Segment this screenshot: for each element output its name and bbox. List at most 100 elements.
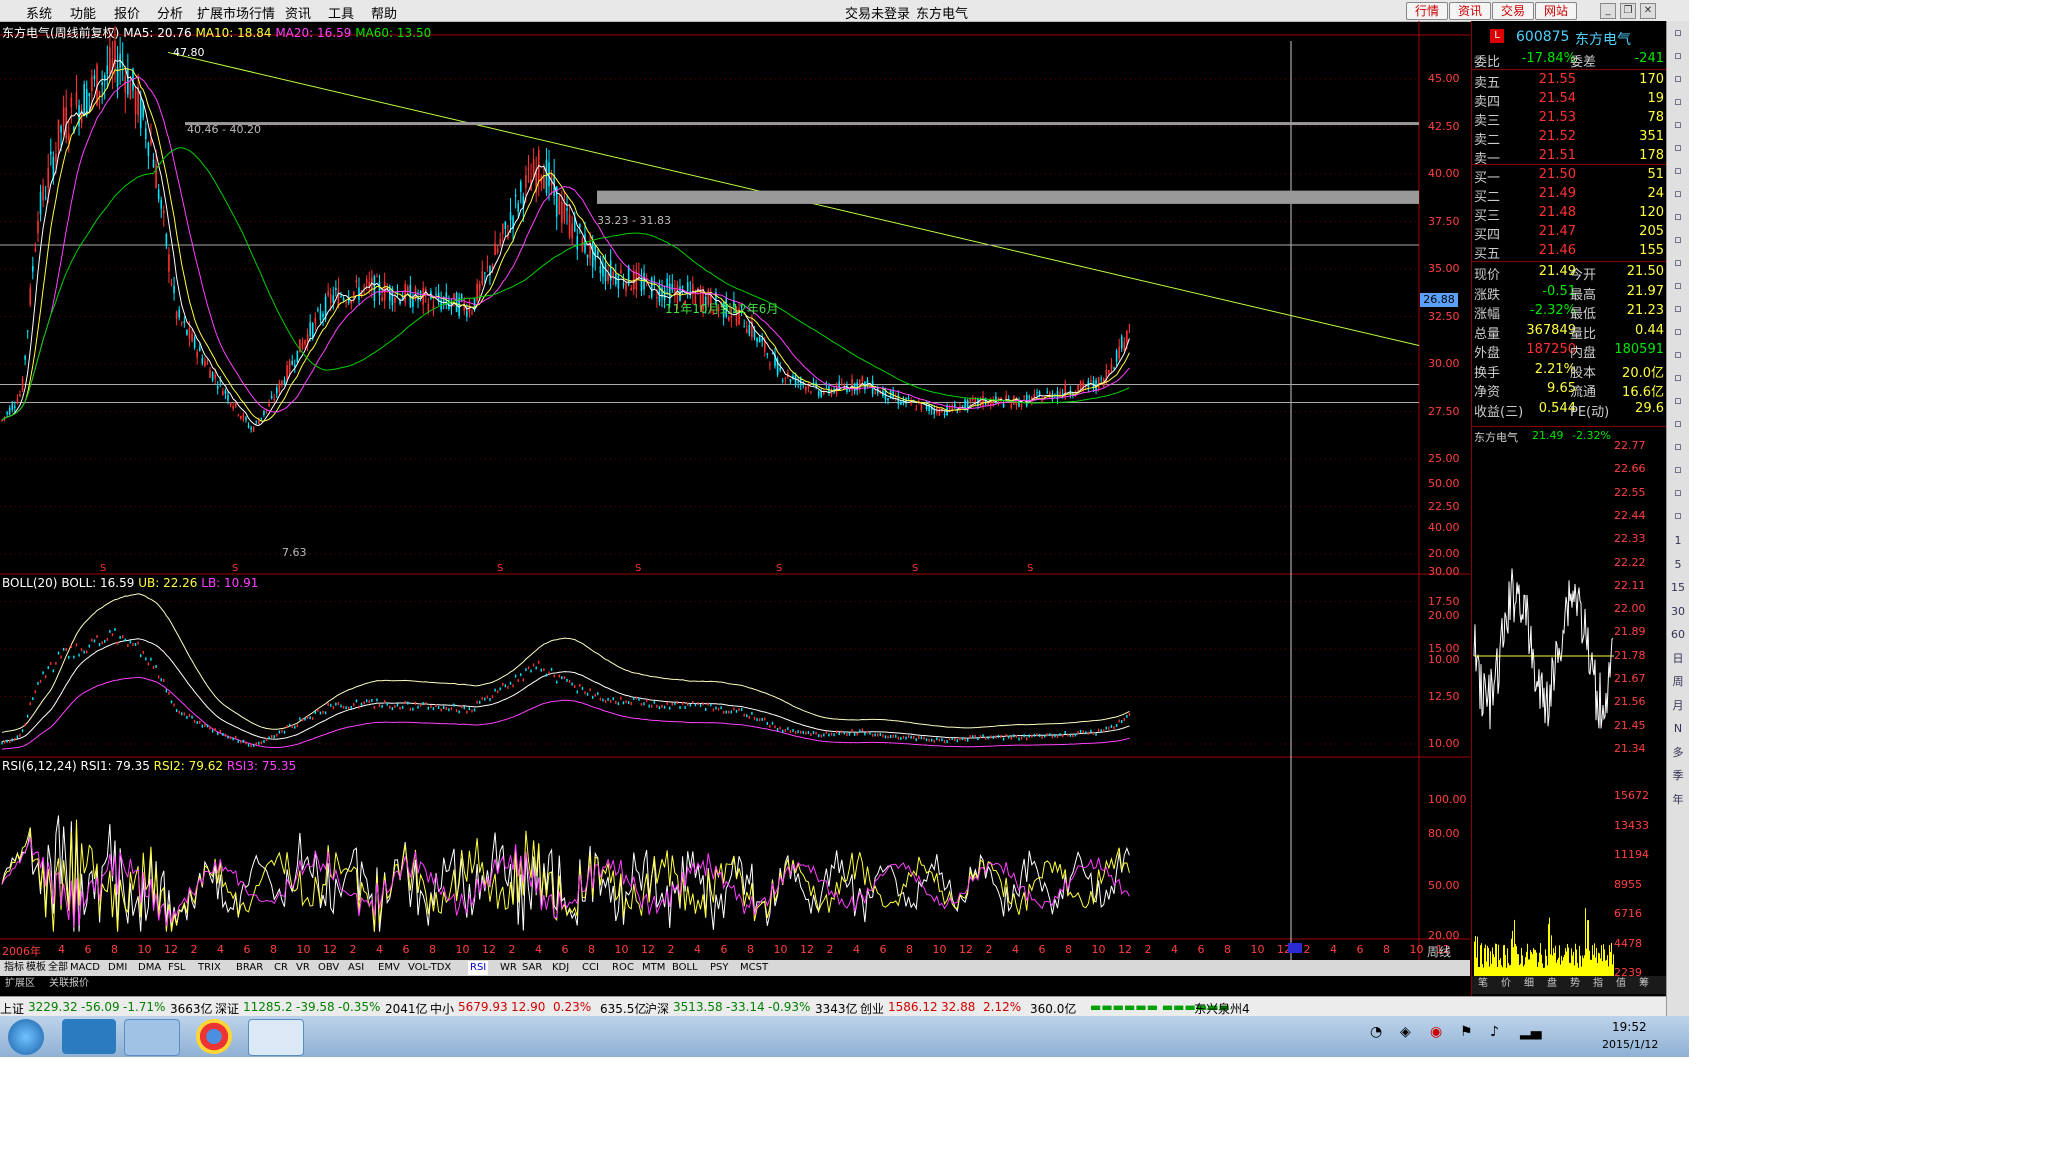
period-button[interactable]: 周: [1670, 674, 1686, 690]
period-button[interactable]: 30: [1670, 604, 1686, 620]
ask-row[interactable]: 卖三 21.53 78: [1472, 109, 1666, 129]
mini-tab[interactable]: 筹: [1637, 977, 1651, 991]
pen-icon[interactable]: ▫: [1670, 462, 1686, 478]
period-button[interactable]: 1: [1670, 533, 1686, 549]
doc-icon[interactable]: ▫: [1670, 255, 1686, 271]
indicator-tab-cr[interactable]: CR: [272, 961, 290, 975]
fs-icon[interactable]: ▫: [1670, 485, 1686, 501]
nav-down-icon[interactable]: ▫: [1670, 71, 1686, 87]
indicator-tab-macd[interactable]: MACD: [68, 961, 102, 975]
ticker-name[interactable]: 上证: [0, 1000, 24, 1017]
period-button[interactable]: 季: [1670, 768, 1686, 784]
indicator-tab-roc[interactable]: ROC: [610, 961, 636, 975]
period-button[interactable]: 15: [1670, 580, 1686, 596]
mini-tab[interactable]: 指: [1591, 977, 1605, 991]
mini-tab[interactable]: 细: [1522, 977, 1536, 991]
minimize-icon[interactable]: _: [1600, 3, 1616, 19]
ask-row[interactable]: 卖五 21.55 170: [1472, 71, 1666, 91]
nav-up-icon[interactable]: ▫: [1670, 25, 1686, 41]
bid-row[interactable]: 买二 21.49 24: [1472, 185, 1666, 205]
scroll-marker[interactable]: [1288, 943, 1302, 953]
indicator-tab-指标[interactable]: 指标: [2, 961, 26, 975]
nav-home-icon[interactable]: ▫: [1670, 48, 1686, 64]
bid-row[interactable]: 买四 21.47 205: [1472, 223, 1666, 243]
warn-icon[interactable]: ▫: [1670, 416, 1686, 432]
mini-tab[interactable]: 盘: [1545, 977, 1559, 991]
ask-row[interactable]: 卖四 21.54 19: [1472, 90, 1666, 110]
indicator-tab-sar[interactable]: SAR: [520, 961, 544, 975]
login-status[interactable]: 交易未登录: [845, 3, 910, 22]
top-button-website[interactable]: 网站: [1535, 2, 1577, 20]
tab-extension-area[interactable]: 扩展区: [3, 977, 37, 991]
fz-icon[interactable]: ▫: [1670, 301, 1686, 317]
indicator-tab-fsl[interactable]: FSL: [166, 961, 188, 975]
period-button[interactable]: 60: [1670, 627, 1686, 643]
top-button-market[interactable]: 行情: [1406, 2, 1448, 20]
indicator-tab-trix[interactable]: TRIX: [196, 961, 223, 975]
chart2-icon[interactable]: ▫: [1670, 370, 1686, 386]
period-button[interactable]: 月: [1670, 698, 1686, 714]
candle-icon[interactable]: ▫: [1670, 163, 1686, 179]
period-button[interactable]: 日: [1670, 651, 1686, 667]
menu-function[interactable]: 功能: [70, 3, 96, 22]
calc-icon[interactable]: ▫: [1670, 508, 1686, 524]
bars-icon[interactable]: ▫: [1670, 117, 1686, 133]
indicator-tab-kdj[interactable]: KDJ: [550, 961, 571, 975]
menu-analysis[interactable]: 分析: [157, 3, 183, 22]
taskbar-app-network-icon[interactable]: [62, 1019, 116, 1054]
tab-related-quotes[interactable]: 关联报价: [47, 977, 91, 991]
indicator-tab-brar[interactable]: BRAR: [234, 961, 265, 975]
news-icon[interactable]: ▫: [1670, 278, 1686, 294]
period-button[interactable]: 5: [1670, 557, 1686, 573]
indicator-tab-asi[interactable]: ASI: [346, 961, 366, 975]
menu-tools[interactable]: 工具: [328, 3, 354, 22]
indicator-tab-cci[interactable]: CCI: [580, 961, 601, 975]
list-icon[interactable]: ▫: [1670, 186, 1686, 202]
indicator-tab-wr[interactable]: WR: [498, 961, 519, 975]
indicator-tab-dma[interactable]: DMA: [136, 961, 163, 975]
indicator-tab-模板[interactable]: 模板: [24, 961, 48, 975]
mini-tab[interactable]: 势: [1568, 977, 1582, 991]
grid-icon[interactable]: ▫: [1670, 94, 1686, 110]
mini-tab[interactable]: 笔: [1476, 977, 1490, 991]
top-button-news[interactable]: 资讯: [1449, 2, 1491, 20]
period-button[interactable]: 年: [1670, 792, 1686, 808]
circle-icon[interactable]: ▫: [1670, 347, 1686, 363]
grid2-icon[interactable]: ▫: [1670, 324, 1686, 340]
ticker-name[interactable]: 沪深: [645, 1000, 669, 1017]
taskbar-app-chrome-icon[interactable]: [196, 1019, 232, 1054]
period-button[interactable]: N: [1670, 721, 1686, 737]
tray-flag-icon[interactable]: ⚑: [1460, 1024, 1473, 1040]
indicator-tab-dmi[interactable]: DMI: [106, 961, 129, 975]
tray-signal-icon[interactable]: ▂▄: [1520, 1024, 1542, 1040]
indicator-tab-全部[interactable]: 全部: [46, 961, 70, 975]
ask-row[interactable]: 卖二 21.52 351: [1472, 128, 1666, 148]
bid-row[interactable]: 买三 21.48 120: [1472, 204, 1666, 224]
indicator-tab-rsi[interactable]: RSI: [468, 961, 489, 975]
ticker-name[interactable]: 深证: [215, 1000, 239, 1017]
taskbar-app-trading-icon[interactable]: [248, 1019, 304, 1056]
mini-tab[interactable]: 价: [1499, 977, 1513, 991]
menu-system[interactable]: 系统: [26, 3, 52, 22]
ticker-name[interactable]: 创业: [860, 1000, 884, 1017]
rsi-icon[interactable]: ▫: [1670, 393, 1686, 409]
period-button[interactable]: 多: [1670, 745, 1686, 761]
indicator-tab-emv[interactable]: EMV: [376, 961, 402, 975]
indicator-tab-boll[interactable]: BOLL: [670, 961, 700, 975]
tray-security-icon[interactable]: ◉: [1430, 1024, 1442, 1040]
menu-help[interactable]: 帮助: [371, 3, 397, 22]
mini-tab[interactable]: 值: [1614, 977, 1628, 991]
tray-help-icon[interactable]: ◔: [1370, 1024, 1382, 1040]
tray-network-icon[interactable]: ◈: [1400, 1024, 1411, 1040]
chart-area[interactable]: S S S S S S S 东方电气(周线前复权) MA5: 20.76 MA10: 18.…: [0, 21, 1470, 962]
indicator-tab-obv[interactable]: OBV: [316, 961, 341, 975]
clock-time[interactable]: 19:52: [1612, 1020, 1647, 1034]
restore-icon[interactable]: ❐: [1620, 3, 1636, 19]
menu-ext-market[interactable]: 扩展市场行情: [197, 3, 275, 22]
menu-quote[interactable]: 报价: [114, 3, 140, 22]
close-icon[interactable]: ✕: [1640, 3, 1656, 19]
move-icon[interactable]: ▫: [1670, 439, 1686, 455]
indicator-tab-mtm[interactable]: MTM: [640, 961, 667, 975]
indicator-tab-vol-tdx[interactable]: VOL-TDX: [406, 961, 453, 975]
indicator-tab-psy[interactable]: PSY: [708, 961, 731, 975]
